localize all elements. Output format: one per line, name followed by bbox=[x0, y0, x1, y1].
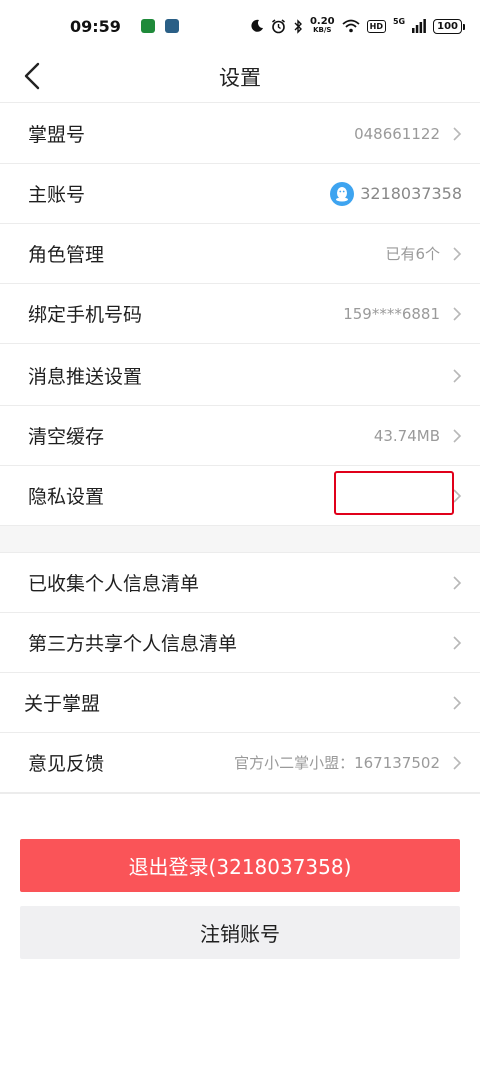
back-arrow-icon bbox=[24, 62, 40, 90]
section-divider bbox=[0, 526, 480, 553]
app-notification-icon bbox=[164, 19, 179, 33]
row-value: 048661122 bbox=[354, 124, 440, 143]
row-label: 隐私设置 bbox=[28, 486, 105, 508]
signal-label: 5G bbox=[392, 17, 406, 26]
chevron-right-icon bbox=[453, 368, 462, 383]
preferences-group: 消息推送设置 清空缓存 43.74MB 隐私设置 bbox=[0, 346, 480, 526]
row-main-account[interactable]: 主账号 3218037358 bbox=[0, 164, 480, 224]
signal-icon bbox=[412, 19, 427, 33]
nav-bar: 设置 bbox=[0, 52, 480, 103]
battery-indicator: 100 bbox=[433, 18, 465, 34]
row-label: 消息推送设置 bbox=[28, 366, 143, 388]
row-label: 绑定手机号码 bbox=[28, 304, 143, 326]
back-button[interactable] bbox=[14, 58, 50, 94]
row-role-management[interactable]: 角色管理 已有6个 bbox=[0, 224, 480, 284]
status-icons: 0.20 KB/S HD 5G 100 bbox=[250, 16, 465, 35]
status-time: 09:59 bbox=[70, 16, 121, 36]
account-group: 掌盟号 048661122 主账号 3218037358 角色管理 已有6个 绑… bbox=[0, 104, 480, 344]
row-collected-info-list[interactable]: 已收集个人信息清单 bbox=[0, 553, 480, 613]
chevron-right-icon bbox=[453, 246, 462, 261]
chevron-right-icon bbox=[453, 306, 462, 321]
row-value: 官方小二掌小盟：167137502 bbox=[234, 754, 440, 772]
status-bar: 09:59 0.20 KB/S HD 5G 100 bbox=[0, 0, 480, 52]
qq-penguin-icon bbox=[330, 181, 355, 206]
logout-button[interactable]: 退出登录(3218037358) bbox=[20, 839, 460, 892]
alarm-icon bbox=[271, 18, 285, 33]
app-notification-icon bbox=[140, 19, 155, 33]
info-group: 已收集个人信息清单 第三方共享个人信息清单 关于掌盟 意见反馈 官方小二掌小盟：… bbox=[0, 553, 480, 793]
chevron-right-icon bbox=[453, 126, 462, 141]
row-label: 第三方共享个人信息清单 bbox=[28, 633, 238, 655]
row-third-party-info-list[interactable]: 第三方共享个人信息清单 bbox=[0, 613, 480, 673]
network-speed: 0.20 KB/S bbox=[309, 16, 335, 35]
wifi-icon bbox=[342, 19, 360, 33]
row-value: 159****6881 bbox=[343, 304, 440, 323]
row-feedback[interactable]: 意见反馈 官方小二掌小盟：167137502 bbox=[0, 733, 480, 793]
row-label: 清空缓存 bbox=[28, 426, 105, 448]
row-bind-phone[interactable]: 绑定手机号码 159****6881 bbox=[0, 284, 480, 344]
cancel-account-button[interactable]: 注销账号 bbox=[20, 906, 460, 959]
row-label: 关于掌盟 bbox=[24, 693, 101, 715]
row-value: 已有6个 bbox=[385, 245, 440, 263]
row-about[interactable]: 关于掌盟 bbox=[0, 673, 480, 733]
row-label: 角色管理 bbox=[28, 244, 105, 266]
page-title: 设置 bbox=[219, 66, 261, 90]
chevron-right-icon bbox=[453, 428, 462, 443]
row-label: 掌盟号 bbox=[28, 124, 86, 146]
chevron-right-icon bbox=[453, 695, 462, 710]
row-value: 43.74MB bbox=[373, 426, 440, 445]
chevron-right-icon bbox=[453, 575, 462, 590]
row-label: 已收集个人信息清单 bbox=[28, 573, 200, 595]
chevron-right-icon bbox=[453, 755, 462, 770]
row-clear-cache[interactable]: 清空缓存 43.74MB bbox=[0, 406, 480, 466]
row-privacy-settings[interactable]: 隐私设置 bbox=[0, 466, 480, 526]
bluetooth-icon bbox=[294, 18, 302, 34]
chevron-right-icon bbox=[453, 635, 462, 650]
hd-badge: HD bbox=[366, 19, 386, 33]
moon-icon bbox=[251, 19, 263, 32]
row-push-settings[interactable]: 消息推送设置 bbox=[0, 346, 480, 406]
chevron-right-icon bbox=[453, 488, 462, 503]
row-value: 3218037358 bbox=[360, 184, 462, 203]
row-label: 意见反馈 bbox=[28, 753, 105, 775]
row-zhangmeng-id[interactable]: 掌盟号 048661122 bbox=[0, 104, 480, 164]
row-label: 主账号 bbox=[28, 184, 86, 206]
